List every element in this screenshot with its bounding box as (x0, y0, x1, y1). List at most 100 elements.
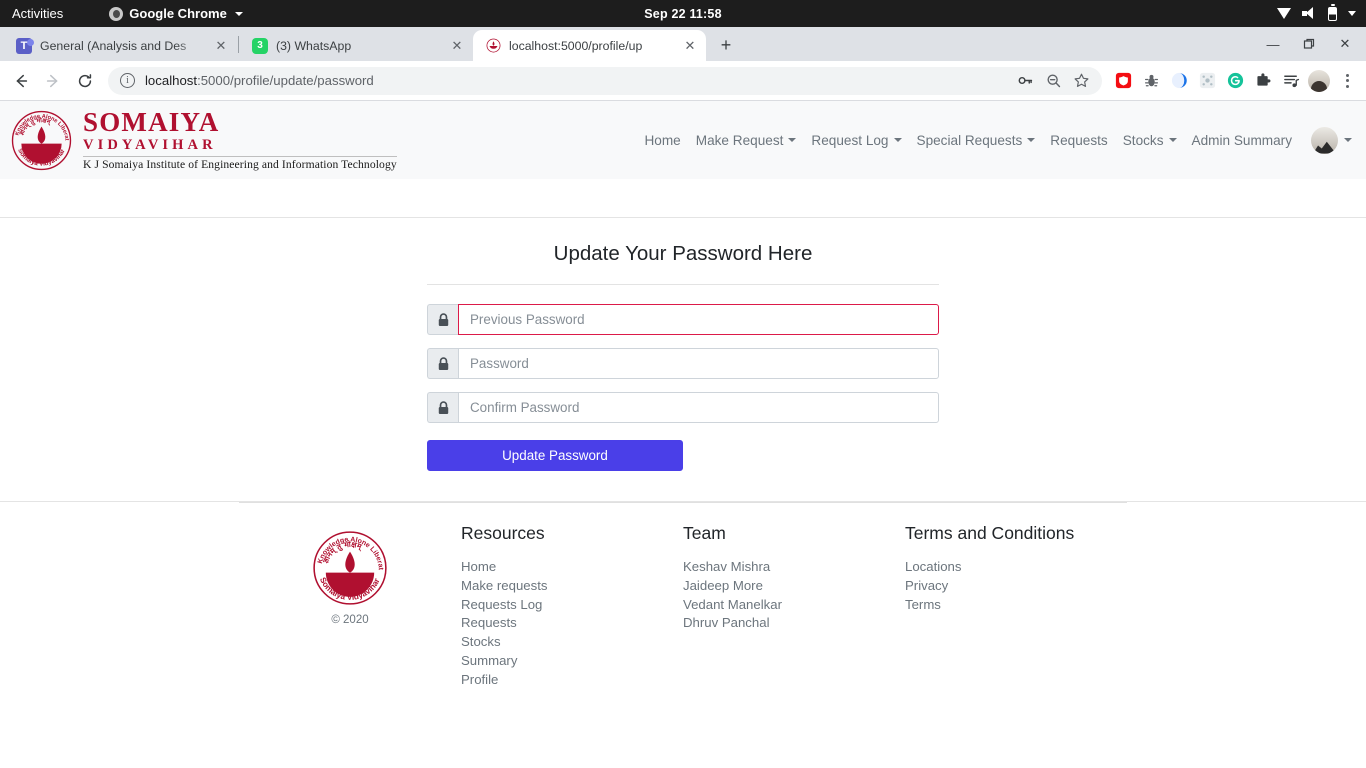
footer-link-privacy[interactable]: Privacy (905, 577, 1127, 596)
footer-link-jaideep-more[interactable]: Jaideep More (683, 577, 905, 596)
footer-link-vedant-manelkar[interactable]: Vedant Manelkar (683, 596, 905, 615)
close-icon[interactable]: ✕ (449, 38, 465, 54)
footer-link-keshav-mishra[interactable]: Keshav Mishra (683, 558, 905, 577)
minimize-button[interactable]: — (1256, 29, 1290, 59)
nav-label: Requests (1050, 132, 1108, 148)
omnibox-actions (1012, 68, 1094, 94)
activities-button[interactable]: Activities (12, 6, 63, 21)
brand-text-block: SOMAIYA VIDYAVIHAR K J Somaiya Institute… (83, 108, 397, 172)
back-button[interactable] (6, 66, 36, 96)
footer-link-dhruv-panchal[interactable]: Dhruv Panchal (683, 614, 905, 633)
chevron-down-icon (1348, 11, 1356, 16)
nav-item-stocks[interactable]: Stocks (1123, 133, 1177, 148)
os-top-bar: Activities Google Chrome Sep 22 11:58 (0, 0, 1366, 27)
footer-link-summary[interactable]: Summary (461, 652, 683, 671)
url-host: localhost (145, 73, 198, 88)
brand-logo[interactable]: Knowledge Alone Liberates ज्ञानम् तु मोक… (10, 108, 397, 172)
confirm-password-group (427, 392, 939, 423)
zoom-out-icon[interactable] (1040, 68, 1066, 94)
footer-link-home[interactable]: Home (461, 558, 683, 577)
browser-toolbar: localhost:5000/profile/update/password (0, 61, 1366, 101)
forward-button[interactable] (38, 66, 68, 96)
active-app-menu[interactable]: Google Chrome (109, 6, 243, 21)
url-text: localhost:5000/profile/update/password (145, 73, 1002, 88)
somaiya-logo: Knowledge Alone Liberates ज्ञानम् तु मोक… (10, 109, 72, 170)
profile-avatar[interactable] (1306, 68, 1332, 94)
grammarly-icon[interactable] (1222, 68, 1248, 94)
browser-tab-whatsapp[interactable]: (3) WhatsApp ✕ (240, 30, 473, 61)
page-title: Update Your Password Here (553, 242, 813, 265)
previous-password-input[interactable] (458, 304, 939, 335)
user-menu[interactable] (1311, 126, 1352, 154)
footer-link-profile[interactable]: Profile (461, 671, 683, 690)
close-icon[interactable]: ✕ (213, 38, 229, 54)
svg-text:ज्ञानम् तु मोक्षम्: ज्ञानम् तु मोक्षम् (321, 540, 365, 566)
update-password-form: Update Password (427, 304, 939, 471)
tab-title: localhost:5000/profile/up (509, 38, 643, 53)
somaiya-seal-logo: Knowledge Alone Liberates ज्ञानम् तु मोक… (311, 529, 387, 605)
nav-item-request-log[interactable]: Request Log (811, 132, 902, 148)
new-password-input[interactable] (458, 348, 939, 379)
key-icon[interactable] (1012, 68, 1038, 94)
footer-link-make-requests[interactable]: Make requests (461, 577, 683, 596)
bug-icon[interactable] (1138, 68, 1164, 94)
close-icon[interactable]: ✕ (682, 38, 698, 54)
update-password-button[interactable]: Update Password (427, 440, 683, 471)
footer-heading: Resources (461, 523, 545, 543)
menu-kebab-icon[interactable] (1334, 73, 1360, 88)
system-tray[interactable] (1277, 4, 1356, 21)
password-card-inner: Update Your Password Here Update Passwor… (427, 242, 939, 471)
title-divider (427, 284, 939, 285)
chevron-down-icon (234, 11, 243, 16)
wifi-icon (1277, 8, 1291, 19)
nav-item-home[interactable]: Home (644, 133, 680, 148)
footer-link-locations[interactable]: Locations (905, 558, 1127, 577)
chevron-down-icon (893, 138, 902, 142)
teams-icon (16, 37, 34, 54)
site-info-icon[interactable] (120, 73, 135, 88)
institute-name: K J Somaiya Institute of Engineering and… (83, 158, 397, 172)
site-footer: Knowledge Alone Liberates ज्ञानम् तु मोक… (239, 502, 1127, 690)
password-card: Update Your Password Here Update Passwor… (0, 217, 1366, 502)
new-tab-button[interactable]: + (712, 31, 740, 59)
tab-separator (238, 35, 239, 53)
url-path: :5000/profile/update/password (197, 73, 374, 88)
reload-button[interactable] (70, 66, 100, 96)
footer-heading: Team (683, 523, 726, 543)
chevron-down-icon (788, 138, 797, 142)
chrome-icon (109, 6, 124, 21)
close-window-button[interactable]: ✕ (1328, 29, 1362, 59)
footer-link-requests[interactable]: Requests (461, 614, 683, 633)
nav-item-admin-summary[interactable]: Admin Summary (1192, 133, 1292, 148)
footer-link-requests-log[interactable]: Requests Log (461, 596, 683, 615)
window-controls: — ✕ (1256, 29, 1366, 59)
star-icon[interactable] (1068, 68, 1094, 94)
os-clock[interactable]: Sep 22 11:58 (644, 7, 721, 21)
footer-heading: Terms and Conditions (905, 523, 1075, 543)
maximize-button[interactable] (1292, 29, 1326, 59)
nav-label: Request Log (811, 132, 889, 148)
avatar (1311, 126, 1338, 154)
previous-password-group (427, 304, 939, 335)
browser-tab-teams[interactable]: General (Analysis and Des ✕ (4, 30, 237, 61)
address-bar[interactable]: localhost:5000/profile/update/password (108, 66, 1102, 95)
extensions-icon[interactable] (1250, 68, 1276, 94)
nav-item-special-requests[interactable]: Special Requests (917, 133, 1036, 148)
confirm-password-input[interactable] (458, 392, 939, 423)
grammarly-blue-icon[interactable] (1166, 68, 1192, 94)
brand-divider (83, 156, 397, 158)
puzzle-grid-icon[interactable] (1194, 68, 1220, 94)
lock-icon (427, 304, 458, 335)
browser-tab-localhost[interactable]: localhost:5000/profile/up ✕ (473, 30, 706, 61)
reading-list-icon[interactable] (1278, 68, 1304, 94)
nav-label: Stocks (1122, 132, 1164, 148)
adblock-icon[interactable] (1110, 68, 1136, 94)
lock-icon (427, 392, 458, 423)
chevron-down-icon (1168, 138, 1177, 142)
footer-link-stocks[interactable]: Stocks (461, 633, 683, 652)
chevron-down-icon (1027, 138, 1036, 142)
nav-item-requests[interactable]: Requests (1050, 133, 1107, 148)
main-navigation: Home Make Request Request Log Special Re… (644, 126, 1352, 154)
nav-item-make-request[interactable]: Make Request (696, 133, 797, 148)
footer-link-terms[interactable]: Terms (905, 596, 1127, 615)
